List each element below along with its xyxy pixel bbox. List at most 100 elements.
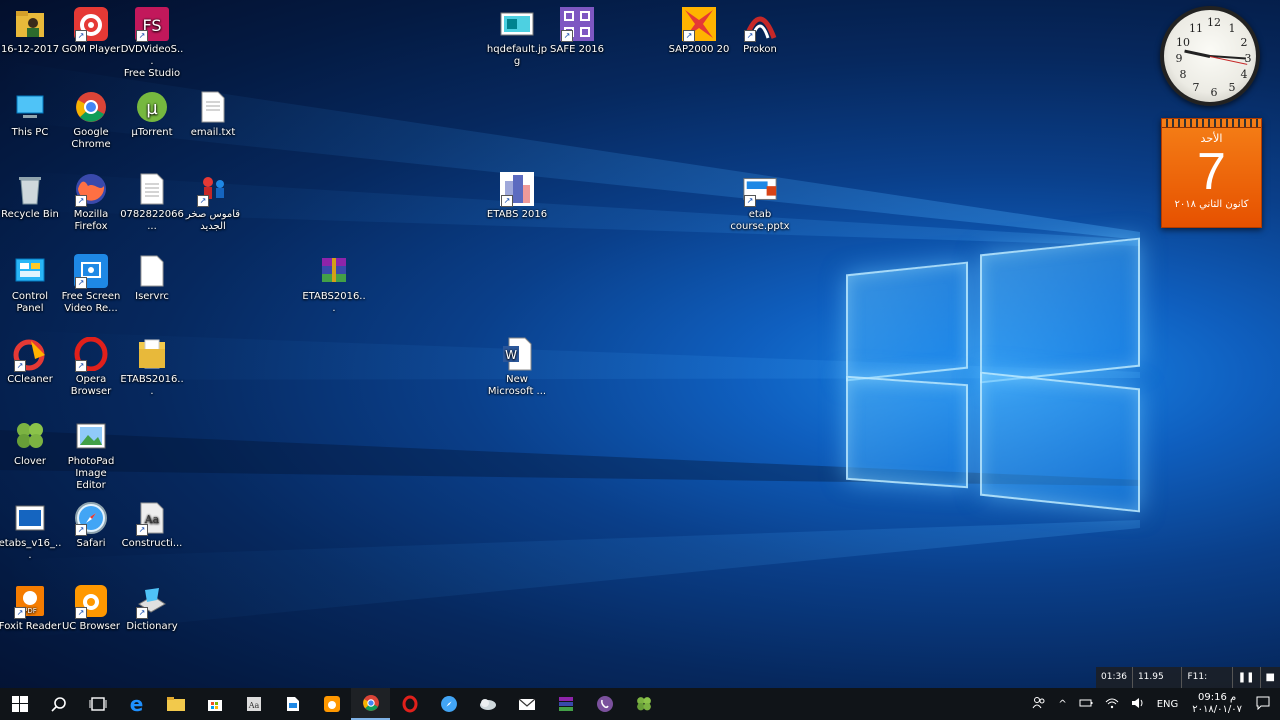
desktop-icon-new-microsoft-word[interactable]: W New Microsoft ... xyxy=(485,336,549,398)
chevron-up-icon[interactable]: ^ xyxy=(1052,699,1072,710)
chrome-icon xyxy=(73,89,109,125)
clock-number: 4 xyxy=(1240,68,1248,81)
battery-icon[interactable] xyxy=(1073,698,1099,711)
icon-label: Control Panel xyxy=(11,291,49,314)
desktop-icon-etabs-2016[interactable]: ↗ ETABS 2016 xyxy=(485,171,549,221)
desktop-icon-ccleaner[interactable]: ↗ CCleaner xyxy=(0,336,62,386)
edge-icon[interactable]: e xyxy=(117,688,156,720)
clock-gadget[interactable]: 12 1 2 3 4 5 6 7 8 9 10 11 xyxy=(1160,6,1260,106)
action-center-icon[interactable] xyxy=(1250,696,1280,713)
desktop-icon-uc-browser[interactable]: ↗ UC Browser xyxy=(59,583,123,633)
desktop-icon-recycle-bin[interactable]: Recycle Bin xyxy=(0,171,62,221)
icon-label: Dictionary xyxy=(126,621,178,632)
calendar-month: كانون الثاني ٢٠١٨ xyxy=(1174,199,1249,210)
icon-label: CCleaner xyxy=(7,374,53,385)
viber-icon[interactable] xyxy=(585,688,624,720)
icon-label: Prokon xyxy=(743,44,777,55)
desktop-icon-prokon[interactable]: ↗ Prokon xyxy=(728,6,792,56)
utorrent-icon: µ xyxy=(134,89,170,125)
icon-label: SAFE 2016 xyxy=(549,44,605,55)
desktop-icon-gom-player[interactable]: ↗ GOM Player xyxy=(59,6,123,56)
task-view-icon[interactable] xyxy=(78,688,117,720)
desktop-icon-control-panel[interactable]: Control Panel xyxy=(0,253,62,315)
desktop-icon-iservrc[interactable]: Iservrc xyxy=(120,253,184,303)
icon-label: DVDVideoS... Free Studio xyxy=(120,44,184,79)
desktop-icon-opera-browser[interactable]: ↗ Opera Browser xyxy=(59,336,123,398)
file-explorer-icon[interactable] xyxy=(156,688,195,720)
desktop-icon-utorrent[interactable]: µ µTorrent xyxy=(120,89,184,139)
calendar-day-number: 7 xyxy=(1197,143,1226,201)
taskbar-clock[interactable]: 09:16 م ٢٠١٨/٠١/٠٧ xyxy=(1184,692,1250,716)
safari-icon[interactable] xyxy=(429,688,468,720)
text-file-icon xyxy=(134,171,170,207)
desktop-icon-free-screen-video-recorder[interactable]: ↗ Free Screen Video Re... xyxy=(59,253,123,315)
desktop-icon-dictionary[interactable]: ↗ Dictionary xyxy=(120,583,184,633)
mail-icon[interactable] xyxy=(507,688,546,720)
desktop-icon-safe-2016[interactable]: ↗ SAFE 2016 xyxy=(545,6,609,56)
desktop-icon-folder-16-12-2017[interactable]: 16-12-2017 xyxy=(0,6,62,56)
icon-label: Foxit Reader xyxy=(0,621,62,632)
icon-label: Recycle Bin xyxy=(1,209,59,220)
desktop-icon-email-txt[interactable]: email.txt xyxy=(181,89,245,139)
icon-label: 16-12-2017 xyxy=(0,44,60,55)
desktop-icon-etabs-v16[interactable]: etabs_v16_... xyxy=(0,500,62,562)
pause-icon[interactable]: ❚❚ xyxy=(1233,667,1261,688)
desktop-icon-dvdvideosoft[interactable]: FS ↗ DVDVideoS... Free Studio xyxy=(120,6,184,80)
desktop-icon-sap2000[interactable]: ↗ SAP2000 20 xyxy=(667,6,731,56)
gom-player-icon: ↗ xyxy=(73,6,109,42)
calendar-rings xyxy=(1162,119,1261,128)
volume-icon[interactable] xyxy=(1125,697,1151,712)
calendar-gadget[interactable]: الأحد 7 كانون الثاني ٢٠١٨ xyxy=(1161,118,1262,228)
icon-label: ETABS2016... xyxy=(120,374,184,397)
prokon-icon: ↗ xyxy=(742,6,778,42)
font-file-icon: Aa ↗ xyxy=(134,500,170,536)
chrome-icon[interactable] xyxy=(351,688,390,720)
icon-label: This PC xyxy=(11,127,49,138)
search-icon[interactable] xyxy=(39,688,78,720)
clover-icon[interactable] xyxy=(624,688,663,720)
word-document-icon: W xyxy=(499,336,535,372)
icon-label: Google Chrome xyxy=(71,127,111,150)
uc-browser-icon: ↗ xyxy=(73,583,109,619)
clock-number: 5 xyxy=(1228,81,1236,94)
desktop-icon-foxit-reader[interactable]: PDF ↗ Foxit Reader xyxy=(0,583,62,633)
etabs-cloud-icon[interactable] xyxy=(468,688,507,720)
start-icon[interactable] xyxy=(0,688,39,720)
icon-label: etabs_v16_... xyxy=(0,538,62,561)
desktop-icon-etab-course-pptx[interactable]: ↗ etab course.pptx xyxy=(728,171,792,233)
taskbar: e Aa ^ ENG 09:16 م ٢٠١٨/٠١/٠٧ xyxy=(0,688,1280,720)
desktop-icon-clover[interactable]: Clover xyxy=(0,418,62,468)
desktop-icon-etabs2016-archive[interactable]: ETABS2016... xyxy=(302,253,366,315)
desktop-icon-safari[interactable]: ↗ Safari xyxy=(59,500,123,550)
recorder-toolbar: 01:36 11.95 Mb F11: Stop ❚❚ ■ xyxy=(1096,667,1280,703)
desktop-icon-photopad[interactable]: PhotoPad Image Editor xyxy=(59,418,123,492)
opera-icon[interactable] xyxy=(390,688,429,720)
dvdvideosoft-icon: FS ↗ xyxy=(134,6,170,42)
winrar-icon[interactable] xyxy=(546,688,585,720)
desktop-icon-hqdefault-jpg[interactable]: hqdefault.jpg xyxy=(485,6,549,68)
screen-recorder-icon: ↗ xyxy=(73,253,109,289)
desktop-icon-google-chrome[interactable]: Google Chrome xyxy=(59,89,123,151)
desktop-icon-etabs2016-folder[interactable]: ETABS2016... xyxy=(120,336,184,398)
desktop-icon-mozilla-firefox[interactable]: ↗ Mozilla Firefox xyxy=(59,171,123,233)
clock-number: 7 xyxy=(1192,81,1200,94)
etabs-icon[interactable]: Aa xyxy=(234,688,273,720)
icon-label: hqdefault.jpg xyxy=(486,44,548,67)
icon-label: PhotoPad Image Editor xyxy=(67,456,115,491)
clock-number: 12 xyxy=(1207,16,1221,29)
svg-text:W: W xyxy=(505,348,517,362)
stop-icon[interactable]: ■ xyxy=(1261,667,1280,688)
people-icon[interactable] xyxy=(1026,696,1052,713)
desktop-icon-sakhr-dictionary[interactable]: ↗ قاموس صخر الجديد xyxy=(181,171,245,233)
desktop-icon-this-pc[interactable]: This PC xyxy=(0,89,62,139)
language-indicator[interactable]: ENG xyxy=(1151,699,1185,710)
wifi-icon[interactable] xyxy=(1099,697,1125,712)
taskbar-date: ٢٠١٨/٠١/٠٧ xyxy=(1192,704,1242,715)
store-icon[interactable] xyxy=(195,688,234,720)
recording-time: 01:36 xyxy=(1096,667,1133,688)
taskbar-time: 09:16 م xyxy=(1198,692,1237,703)
desktop-icon-0782822066[interactable]: 0782822066... xyxy=(120,171,184,233)
desktop-icon-construction[interactable]: Aa ↗ Constructi... xyxy=(120,500,184,550)
document-icon[interactable] xyxy=(273,688,312,720)
uc-browser-icon[interactable] xyxy=(312,688,351,720)
